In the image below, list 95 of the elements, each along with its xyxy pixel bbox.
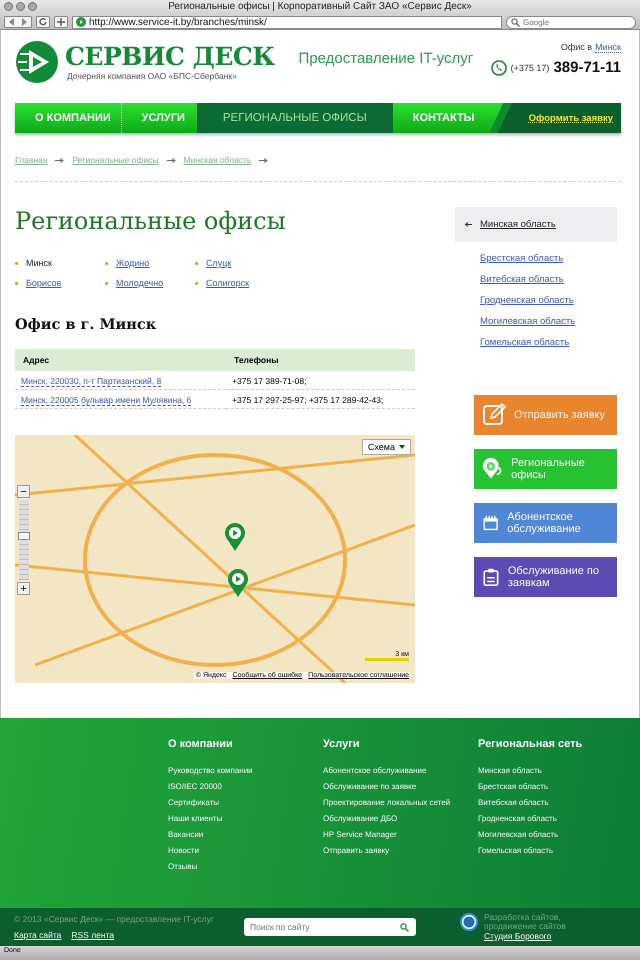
office-city-link[interactable]: Минск	[595, 42, 621, 53]
search-icon	[511, 18, 520, 26]
footer-link[interactable]: Сертификаты	[168, 798, 323, 808]
footer-link[interactable]: Могилевская область	[478, 830, 633, 840]
footer-link[interactable]: Гродненская область	[478, 814, 633, 824]
arrow-left-icon	[465, 222, 472, 227]
zoom-slider-thumb[interactable]	[18, 532, 30, 540]
region-link[interactable]: Могилевская область	[455, 311, 617, 332]
arrow-right-icon	[166, 158, 176, 162]
footer-link[interactable]: Руководство компании	[168, 766, 323, 776]
bullet-icon	[105, 262, 108, 264]
phone-cell: +375 17 297-25-97; +375 17 289-42-43;	[226, 390, 415, 408]
region-link[interactable]: Витебская область	[455, 269, 617, 290]
logo-subtitle: Дочерняя компания ОАО «БПС-Сбербанк»	[67, 71, 238, 81]
footer-link[interactable]: Отправить заявку	[323, 846, 478, 856]
footer-link[interactable]: Отзывы	[168, 862, 323, 872]
logo-icon	[15, 40, 59, 84]
zoom-slider[interactable]	[18, 500, 28, 580]
city-link[interactable]: Слуцк	[206, 258, 232, 268]
browser-search-field[interactable]: Google	[506, 16, 636, 28]
action-button[interactable]: Отправить заявку	[474, 395, 617, 435]
site-icon	[76, 17, 86, 27]
footer-link[interactable]: Вакансии	[168, 830, 323, 840]
footer-link[interactable]: Проектирование локальных сетей	[323, 798, 478, 808]
action-button[interactable]: Обслуживание по заявкам	[474, 557, 617, 597]
office-label: Офис в	[560, 42, 592, 53]
pin-icon	[482, 457, 504, 481]
caret-icon	[399, 445, 405, 449]
column-header: Телефоны	[226, 349, 415, 371]
nav-tab[interactable]: РЕГИОНАЛЬНЫЕ ОФИСЫ	[196, 103, 393, 133]
phone-number: 389-71-11	[553, 59, 621, 76]
bullet-icon	[195, 282, 198, 284]
request-link[interactable]: Оформить заявку	[514, 103, 621, 133]
footer-heading: О компании	[168, 738, 234, 750]
footer-link[interactable]: Абонентское обслуживание	[323, 766, 478, 776]
footer-heading: Услуги	[323, 738, 361, 750]
footer-bottom-link[interactable]: Карта сайта	[14, 930, 62, 940]
page-title: Региональные офисы	[15, 206, 287, 236]
footer-link[interactable]: Гомельская область	[478, 846, 633, 856]
zoom-window-button[interactable]	[28, 2, 37, 11]
reload-button[interactable]	[36, 16, 50, 28]
close-window-button[interactable]	[4, 2, 13, 11]
developer-link[interactable]: Студия Борового	[484, 931, 594, 941]
add-tab-button[interactable]	[54, 16, 68, 28]
logo-title: СЕРВИС ДЕСК	[65, 43, 275, 71]
city-label: Минск	[26, 258, 52, 268]
footer-link[interactable]: Брестская область	[478, 782, 633, 792]
footer-heading: Региональная сеть	[478, 738, 584, 750]
city-link[interactable]: Солигорск	[206, 278, 250, 288]
footer-bottom-link[interactable]: RSS лента	[71, 930, 114, 940]
footer-link[interactable]: Минская область	[478, 766, 633, 776]
map-pin-icon[interactable]	[225, 523, 245, 551]
arrow-right-icon	[259, 158, 268, 162]
region-link[interactable]: Гродненская область	[455, 290, 617, 311]
copyright-text: © 2013 «Сервис Деск» — предоставление IT-услуг	[14, 914, 214, 925]
bullet-icon	[15, 262, 18, 264]
region-link[interactable]: Брестская область	[455, 248, 617, 269]
footer-link[interactable]: HP Service Manager	[323, 830, 478, 840]
bullet-icon	[195, 262, 198, 264]
city-link[interactable]: Жодино	[116, 258, 150, 268]
action-button[interactable]: Абонентское обслуживание	[474, 503, 617, 543]
footer-link[interactable]: Обслуживание по заявке	[323, 782, 478, 792]
phone-code: (+375 17)	[510, 62, 550, 72]
address-field[interactable]: http://www.service-it.by/branches/minsk/	[72, 16, 502, 28]
back-forward-button[interactable]	[4, 16, 32, 28]
developer-text: Разработка сайтов, продвижение сайтов	[484, 913, 567, 931]
city-link[interactable]: Молодечно	[116, 278, 164, 288]
search-icon	[400, 923, 409, 932]
city-link[interactable]: Борисов	[26, 278, 62, 288]
tagline: Предоставление IT-услуг	[298, 50, 474, 67]
region-link[interactable]: Гомельская область	[455, 332, 617, 353]
map-type-button[interactable]: Схема	[362, 439, 411, 455]
address-link[interactable]: Минск, 220030, п-т Партизанский, 8	[21, 376, 162, 387]
footer-link[interactable]: ISO/IEC 20000	[168, 782, 323, 792]
bullet-icon	[105, 282, 108, 284]
minimize-window-button[interactable]	[16, 2, 25, 11]
footer-link[interactable]: Витебская область	[478, 798, 633, 808]
pencil-icon	[482, 403, 506, 427]
footer-link[interactable]: Новости	[168, 846, 323, 856]
address-link[interactable]: Минск, 220005 бульвар имени Мулявина, 6	[21, 395, 192, 406]
column-header: Адрес	[15, 349, 226, 371]
zoom-in-button[interactable]: +	[17, 582, 30, 595]
arrow-right-icon	[55, 158, 64, 162]
phone-icon	[490, 60, 507, 76]
office-heading: Офис в г. Минск	[15, 316, 158, 333]
phone-cell: +375 17 389-71-08;	[226, 371, 415, 390]
site-search-field[interactable]: Поиск по сайту	[244, 918, 416, 936]
studio-logo-icon	[460, 913, 478, 931]
region-item[interactable]: Минская область	[455, 207, 617, 242]
zoom-out-button[interactable]: −	[17, 485, 30, 498]
footer-link[interactable]: Обслуживание ДБО	[323, 814, 478, 824]
bullet-icon	[15, 282, 18, 284]
map-pin-icon[interactable]	[228, 569, 248, 597]
footer-link[interactable]: Наши клиенты	[168, 814, 323, 824]
window-title: Региональные офисы | Корпоративный Сайт ЗАО «Сервис Деск»	[168, 1, 472, 12]
